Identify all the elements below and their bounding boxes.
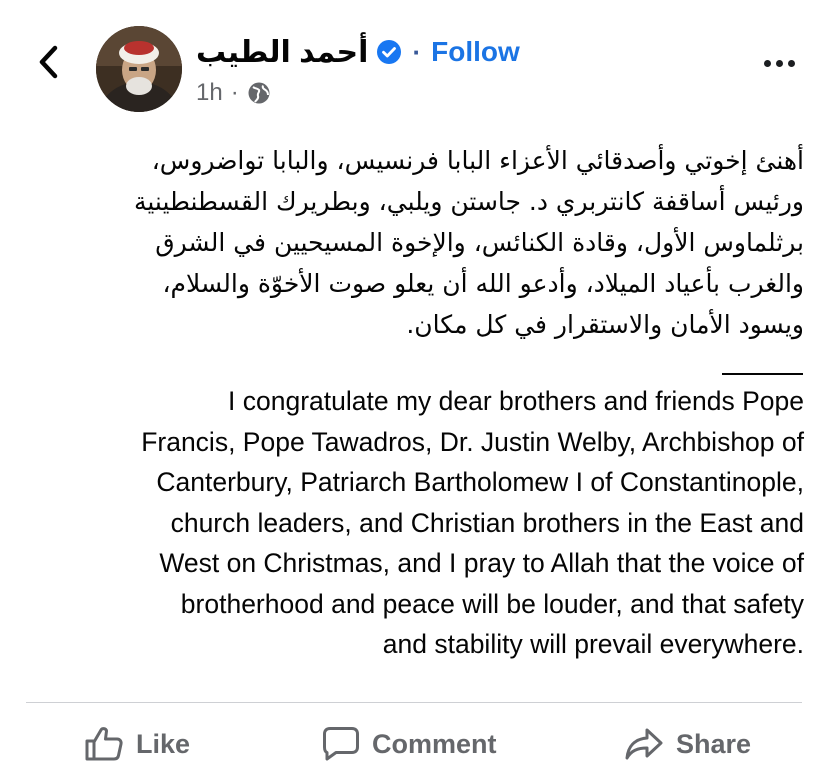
- share-label: Share: [676, 728, 752, 759]
- actions-divider: [26, 702, 802, 703]
- profile-photo: [96, 26, 182, 112]
- english-line: I congratulate my dear brothers and frie…: [228, 386, 804, 416]
- comment-bubble-icon: [323, 727, 359, 761]
- avatar[interactable]: [96, 26, 182, 112]
- post-actions-bar: Like Comment Share: [0, 704, 828, 782]
- post-text-english: I congratulate my dear brothers and frie…: [22, 381, 804, 665]
- back-button[interactable]: [30, 42, 66, 82]
- like-button[interactable]: Like: [84, 724, 190, 764]
- share-arrow-icon: [625, 728, 663, 760]
- english-line: Canterbury, Patriarch Bartholomew I of C…: [156, 467, 804, 497]
- text-separator-line: [722, 373, 803, 375]
- arabic-line: ويسود الأمان والاستقرار في كل مكان.: [406, 310, 804, 339]
- comment-label: Comment: [372, 728, 497, 759]
- timestamp[interactable]: 1h: [196, 79, 223, 107]
- globe-icon: [248, 82, 270, 104]
- share-button[interactable]: Share: [624, 724, 751, 764]
- arabic-line: والغرب بأعياد الميلاد، وأدعو الله أن يعل…: [162, 269, 804, 298]
- english-line: brotherhood and peace will be louder, an…: [180, 588, 804, 619]
- english-line: and stability will prevail everywhere.: [382, 629, 804, 659]
- author-name[interactable]: أحمد الطيب: [196, 35, 368, 70]
- english-line: church leaders, and Christian brothers i…: [170, 507, 804, 538]
- english-line: West on Christmas, and I pray to Allah t…: [159, 548, 804, 578]
- more-horizontal-icon: [763, 59, 771, 67]
- post-header: أحمد الطيب · Follow 1h ·: [0, 0, 828, 130]
- arabic-line: برثلماوس الأول، وقادة الكنائس، والإخوة ا…: [155, 228, 804, 257]
- arabic-line: أهنئ إخوتي وأصدقائي الأعزاء البابا فرنسي…: [151, 146, 804, 175]
- thumbs-up-icon: [85, 727, 123, 761]
- english-line: Francis, Pope Tawadros, Dr. Justin Welby…: [141, 426, 804, 457]
- verified-badge-icon: [376, 39, 402, 65]
- post-meta: 1h ·: [196, 76, 271, 110]
- arabic-line: ورئيس أساقفة كانتربري د. جاستن ويلبي، وب…: [133, 187, 804, 216]
- author-line: أحمد الطيب · Follow: [196, 32, 520, 72]
- like-label: Like: [136, 728, 191, 759]
- meta-separator: ·: [230, 79, 239, 106]
- post-text-arabic: أهنئ إخوتي وأصدقائي الأعزاء البابا فرنسي…: [40, 140, 804, 345]
- chevron-left-icon: [39, 45, 58, 79]
- follow-button[interactable]: Follow: [431, 36, 520, 68]
- comment-button[interactable]: Comment: [322, 724, 497, 764]
- more-options-button[interactable]: [756, 48, 802, 78]
- separator-dot: ·: [412, 36, 422, 67]
